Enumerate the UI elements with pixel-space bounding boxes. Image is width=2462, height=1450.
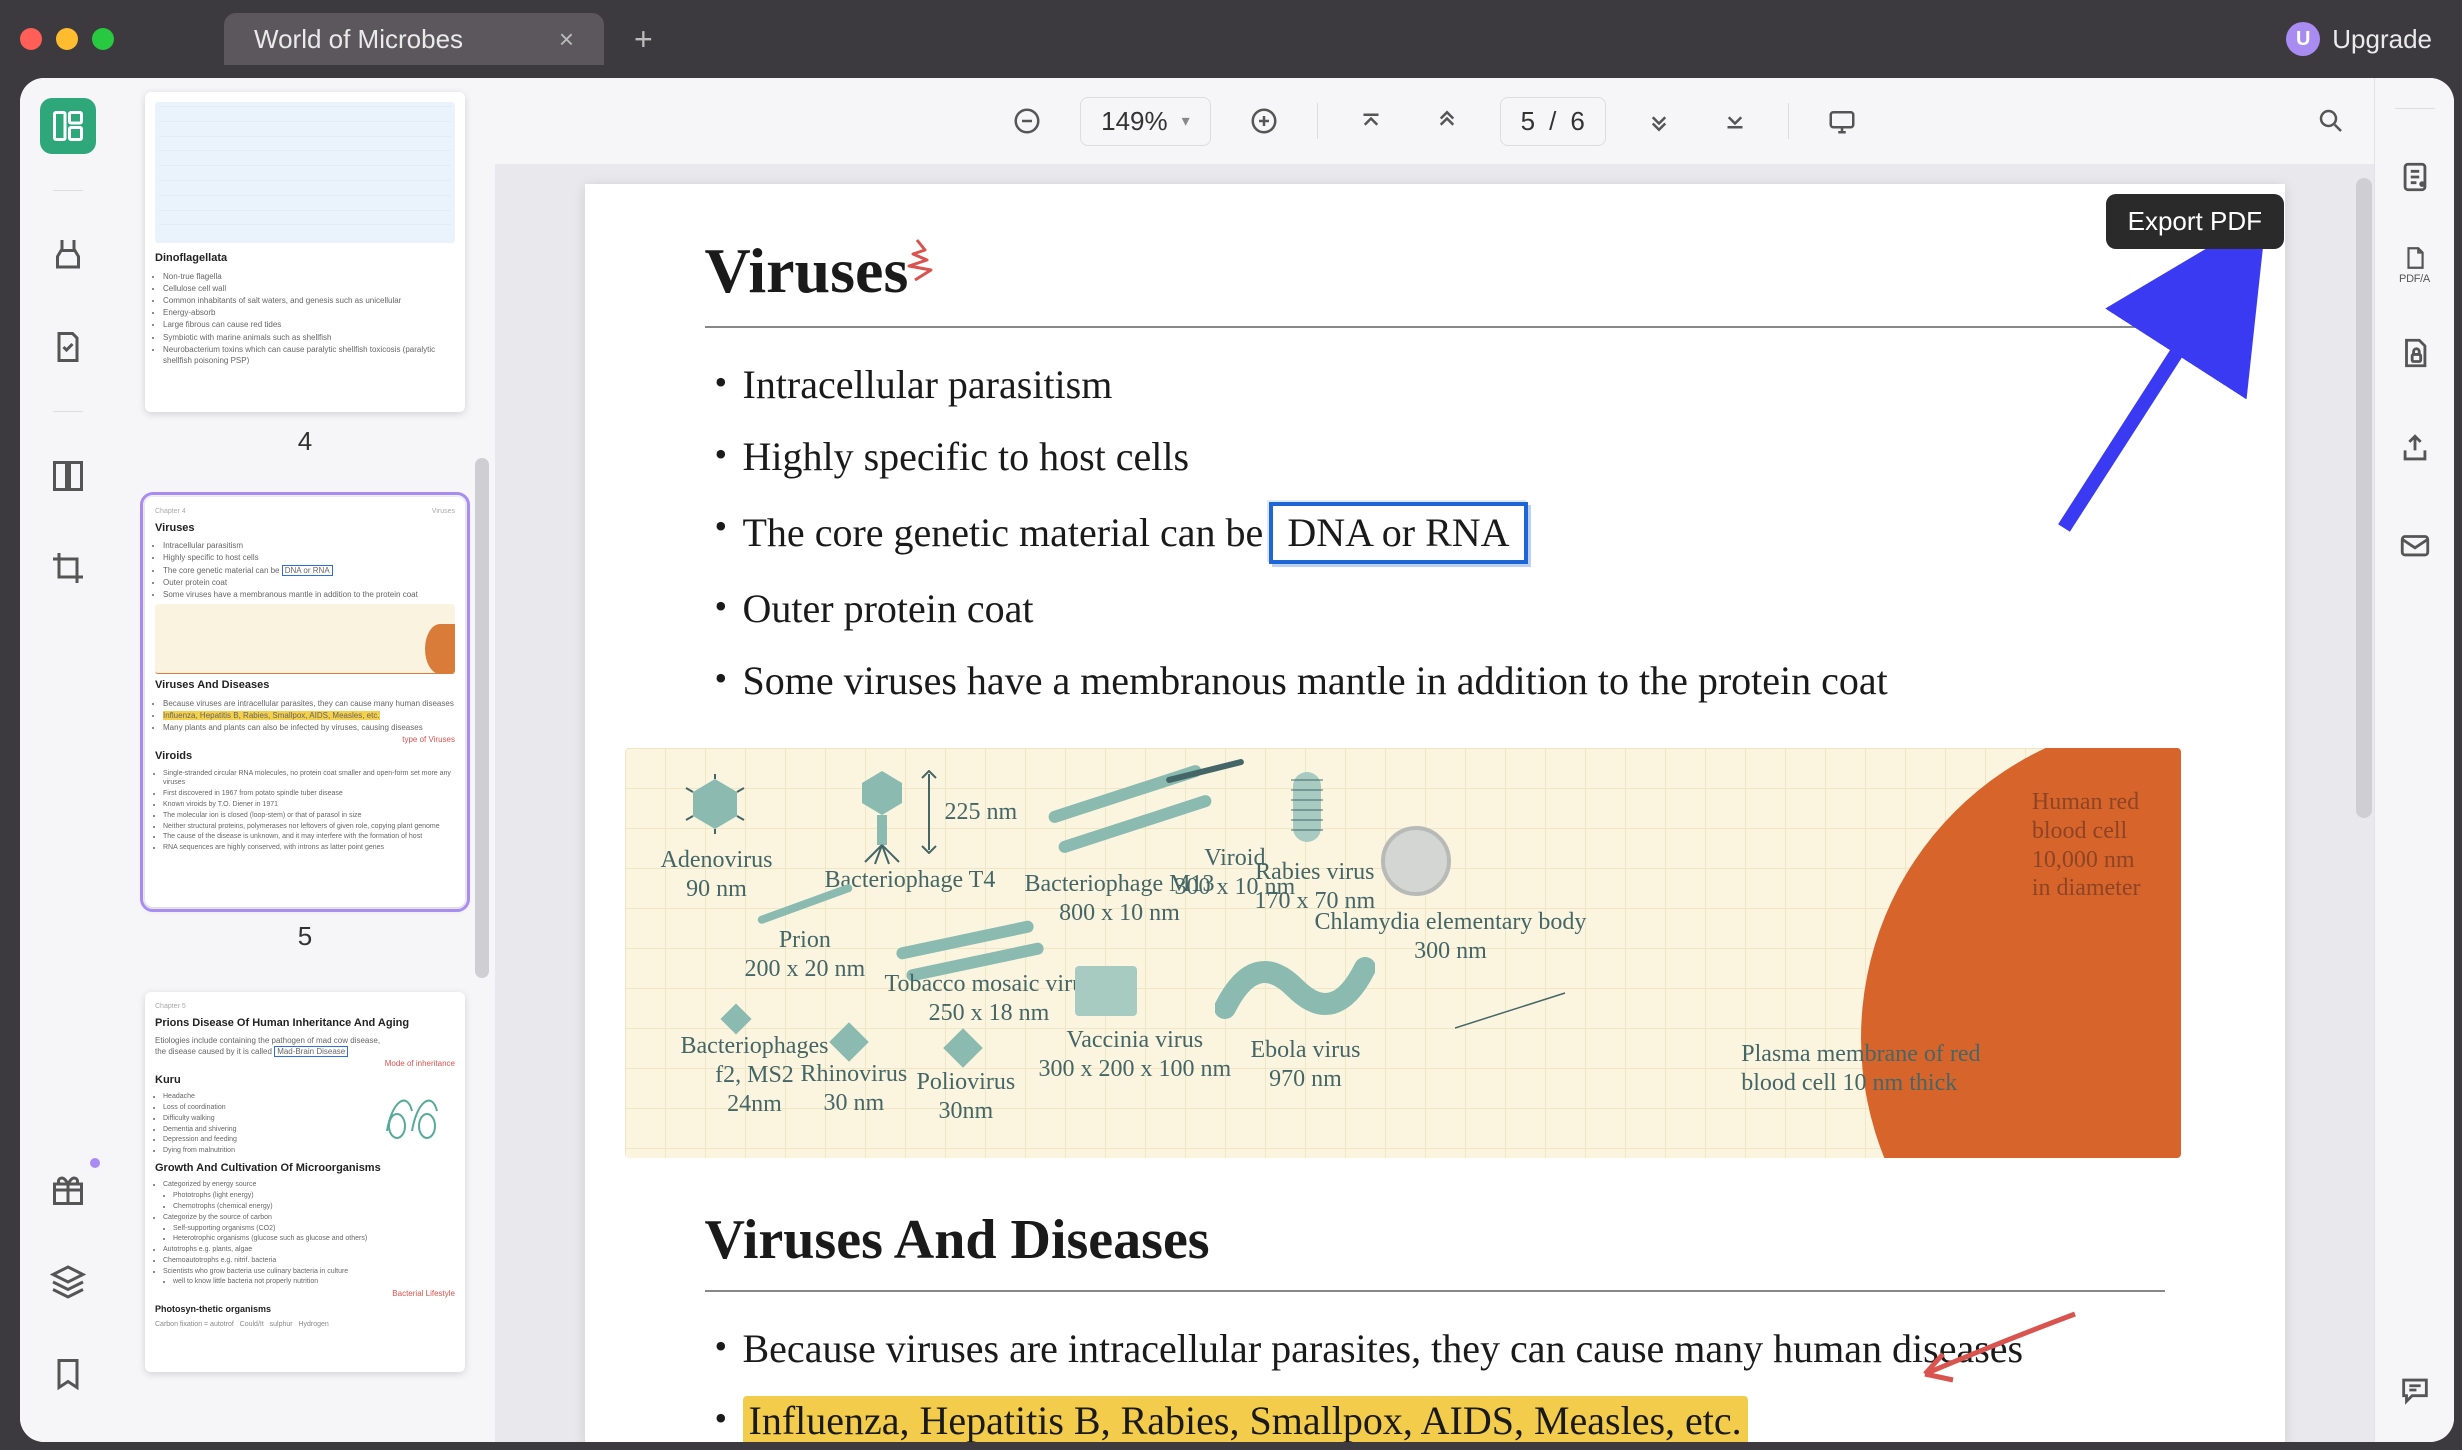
thumbnail-sidebar[interactable]: Dinoflagellata Non-true flagella Cellulo… xyxy=(115,78,495,1442)
thumb-h1: Viruses xyxy=(155,521,455,536)
gift-button[interactable] xyxy=(40,1162,96,1218)
upgrade-button[interactable]: U Upgrade xyxy=(2286,22,2432,56)
chlamydia-icon xyxy=(1381,826,1451,896)
comments-button[interactable] xyxy=(2387,1362,2443,1418)
vaccinia-icon xyxy=(1075,966,1137,1016)
thumbnails-panel-button[interactable] xyxy=(40,98,96,154)
sidebar-scrollbar[interactable] xyxy=(475,178,489,1442)
upgrade-label: Upgrade xyxy=(2332,24,2432,55)
zigzag-annotation-icon xyxy=(907,234,957,295)
section-heading: Viruses And Diseases xyxy=(705,1208,1210,1272)
next-page-button[interactable] xyxy=(1636,98,1682,144)
page-thumbnail-5[interactable]: Chapter 4Viruses Viruses Intracellular p… xyxy=(145,497,465,907)
left-tool-rail xyxy=(20,78,115,1442)
layers-button[interactable] xyxy=(40,1254,96,1310)
dropdown-caret-icon: ▾ xyxy=(1182,111,1190,131)
current-page: 5 xyxy=(1521,106,1535,137)
presentation-mode-button[interactable] xyxy=(1819,98,1865,144)
total-pages: 6 xyxy=(1570,106,1584,137)
export-pdf-tooltip: Export PDF xyxy=(2106,194,2284,249)
page-indicator[interactable]: 5 / 6 xyxy=(1500,97,1606,146)
ebola-icon xyxy=(1215,938,1375,1038)
share-button[interactable] xyxy=(2387,421,2443,477)
export-pdf-button[interactable] xyxy=(2387,149,2443,205)
export-pdfa-button[interactable]: PDF/A xyxy=(2387,245,2443,285)
annotate-tool-button[interactable] xyxy=(40,319,96,375)
close-tab-button[interactable]: × xyxy=(559,24,574,55)
minimize-window-button[interactable] xyxy=(56,28,78,50)
tab-title: World of Microbes xyxy=(254,24,539,55)
document-scroll-area[interactable]: Viruses Intracellular parasitism Highly … xyxy=(495,164,2374,1442)
poliovirus-icon xyxy=(943,1028,983,1068)
list-item: Intracellular parasitism xyxy=(715,358,2165,412)
box-annotation: DNA or RNA xyxy=(1269,502,1527,564)
list-item: Highly specific to host cells xyxy=(715,430,2165,484)
sidebar-scrollbar-thumb[interactable] xyxy=(475,458,489,978)
adenovirus-icon xyxy=(685,774,745,834)
document-page: Viruses Intracellular parasitism Highly … xyxy=(585,184,2285,1442)
document-tab[interactable]: World of Microbes × xyxy=(224,13,604,65)
crop-tool-button[interactable] xyxy=(40,540,96,596)
document-scrollbar-thumb[interactable] xyxy=(2356,178,2372,818)
last-page-button[interactable] xyxy=(1712,98,1758,144)
app-window: Dinoflagellata Non-true flagella Cellulo… xyxy=(20,78,2454,1442)
email-button[interactable] xyxy=(2387,517,2443,573)
document-scrollbar[interactable] xyxy=(2356,164,2374,1442)
first-page-button[interactable] xyxy=(1348,98,1394,144)
list-item: Outer protein coat xyxy=(715,582,2165,636)
highlighter-tool-button[interactable] xyxy=(40,227,96,283)
rbc-label: Human red blood cell 10,000 nm in diamet… xyxy=(2032,788,2141,903)
bookmark-button[interactable] xyxy=(40,1346,96,1402)
zoom-in-button[interactable] xyxy=(1241,98,1287,144)
lock-document-button[interactable] xyxy=(2387,325,2443,381)
maximize-window-button[interactable] xyxy=(92,28,114,50)
right-tool-rail: PDF/A xyxy=(2374,78,2454,1442)
virus-size-diagram: Adenovirus90 nm 225 nm Bacteriophage T4 … xyxy=(625,748,2181,1158)
highlight-annotation: Influenza, Hepatitis B, Rabies, Smallpox… xyxy=(743,1396,1748,1442)
list-item: Some viruses have a membranous mantle in… xyxy=(715,654,2165,708)
titlebar: World of Microbes × + U Upgrade xyxy=(0,0,2462,78)
thumb-subhead: Dinoflagellata xyxy=(155,251,455,266)
prev-page-button[interactable] xyxy=(1424,98,1470,144)
document-toolbar: 149% ▾ 5 / 6 xyxy=(495,78,2374,164)
zoom-value: 149% xyxy=(1101,106,1168,137)
zoom-level-selector[interactable]: 149% ▾ xyxy=(1080,97,1211,146)
close-window-button[interactable] xyxy=(20,28,42,50)
user-avatar: U xyxy=(2286,22,2320,56)
thumb-page-number: 5 xyxy=(145,921,465,952)
search-button[interactable] xyxy=(2308,98,2354,144)
thumb-page-number: 4 xyxy=(145,426,465,457)
page-thumbnail-4[interactable]: Dinoflagellata Non-true flagella Cellulo… xyxy=(145,92,465,412)
list-item: The core genetic material can be DNA or … xyxy=(715,502,2165,564)
page-separator: / xyxy=(1549,106,1556,137)
virus-properties-list: Intracellular parasitism Highly specific… xyxy=(705,358,2165,708)
rhinovirus-icon xyxy=(829,1022,869,1062)
compare-tool-button[interactable] xyxy=(40,448,96,504)
document-viewport: 149% ▾ 5 / 6 xyxy=(495,78,2374,1442)
window-controls xyxy=(20,28,114,50)
zoom-out-button[interactable] xyxy=(1004,98,1050,144)
f2ms2-icon xyxy=(720,1003,751,1034)
page-thumbnail-6[interactable]: Chapter 5 Prions Disease Of Human Inheri… xyxy=(145,992,465,1372)
new-tab-button[interactable]: + xyxy=(634,21,653,58)
bacteriophage-t4-icon xyxy=(847,766,917,866)
page-heading: Viruses xyxy=(705,234,909,308)
red-arrow-annotation xyxy=(1905,1304,2085,1414)
rabies-icon xyxy=(1287,762,1327,852)
